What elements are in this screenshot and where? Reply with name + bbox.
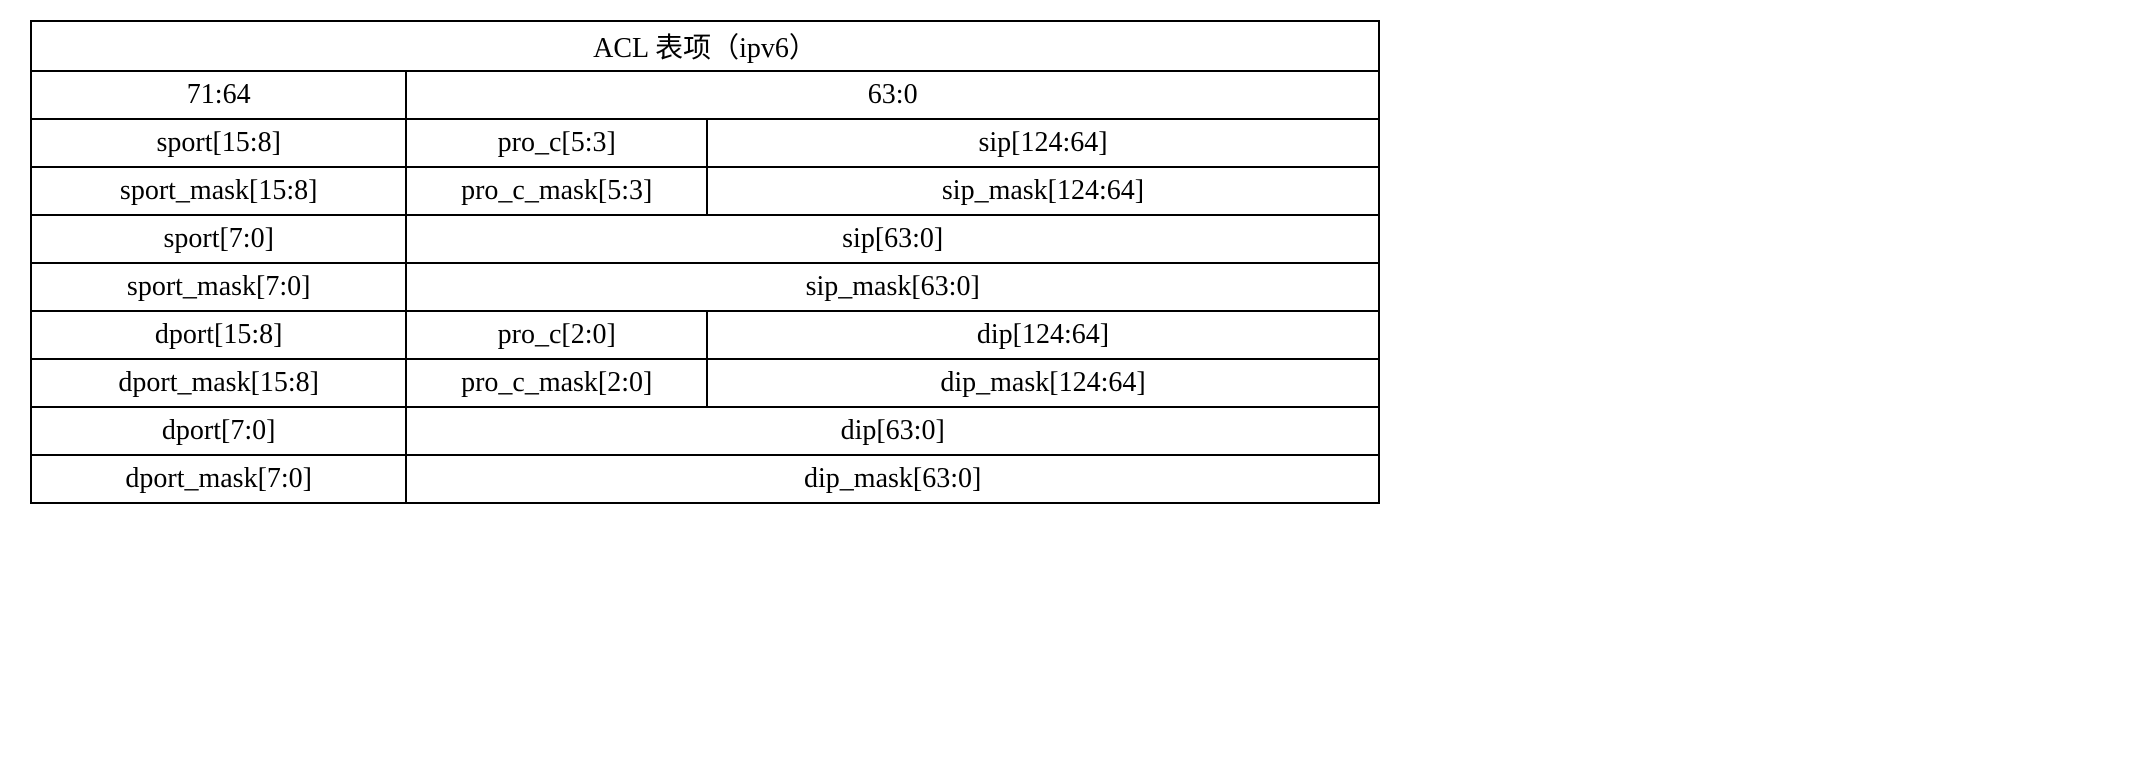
table-title: ACL 表项（ipv6） (31, 21, 1379, 71)
table-row: sport_mask[15:8] pro_c_mask[5:3] sip_mas… (31, 167, 1379, 215)
cell: dip[124:64] (707, 311, 1379, 359)
cell: dip_mask[63:0] (406, 455, 1379, 503)
table-row: dport_mask[15:8] pro_c_mask[2:0] dip_mas… (31, 359, 1379, 407)
cell: sport[7:0] (31, 215, 406, 263)
table-row: dport_mask[7:0] dip_mask[63:0] (31, 455, 1379, 503)
cell: sip_mask[63:0] (406, 263, 1379, 311)
cell: pro_c_mask[2:0] (406, 359, 707, 407)
cell: sport_mask[15:8] (31, 167, 406, 215)
cell: dip_mask[124:64] (707, 359, 1379, 407)
cell: sip_mask[124:64] (707, 167, 1379, 215)
table-row: dport[15:8] pro_c[2:0] dip[124:64] (31, 311, 1379, 359)
cell: sip[124:64] (707, 119, 1379, 167)
cell: pro_c[5:3] (406, 119, 707, 167)
cell: dip[63:0] (406, 407, 1379, 455)
cell: sip[63:0] (406, 215, 1379, 263)
cell: dport[15:8] (31, 311, 406, 359)
cell: dport[7:0] (31, 407, 406, 455)
cell: sport_mask[7:0] (31, 263, 406, 311)
cell: pro_c_mask[5:3] (406, 167, 707, 215)
table-row: sport[7:0] sip[63:0] (31, 215, 1379, 263)
acl-table: ACL 表项（ipv6） 71:64 63:0 sport[15:8] pro_… (30, 20, 1380, 504)
cell: dport_mask[7:0] (31, 455, 406, 503)
header-left: 71:64 (31, 71, 406, 119)
cell: dport_mask[15:8] (31, 359, 406, 407)
cell: pro_c[2:0] (406, 311, 707, 359)
cell: sport[15:8] (31, 119, 406, 167)
header-right: 63:0 (406, 71, 1379, 119)
table-row: dport[7:0] dip[63:0] (31, 407, 1379, 455)
table-row: sport[15:8] pro_c[5:3] sip[124:64] (31, 119, 1379, 167)
table-row: sport_mask[7:0] sip_mask[63:0] (31, 263, 1379, 311)
